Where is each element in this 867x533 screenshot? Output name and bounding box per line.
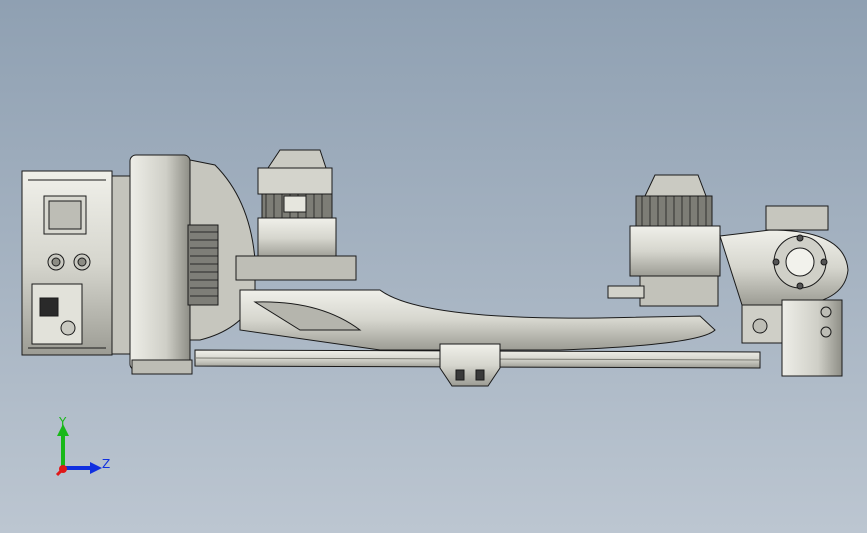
cad-viewport[interactable]: Y Z [0, 0, 867, 533]
y-axis-label: Y [59, 415, 67, 429]
center-bracket [439, 343, 501, 387]
right-motor [607, 174, 721, 307]
robot-arm-model[interactable] [0, 0, 867, 533]
wrist-gearbox [719, 205, 849, 377]
y-axis-arrow [57, 424, 69, 468]
x-axis-origin [55, 465, 67, 477]
axis-triad [55, 424, 102, 477]
left-motor [235, 149, 357, 281]
z-axis-arrow [63, 462, 102, 474]
base-housing [21, 170, 131, 356]
z-axis-label: Z [102, 457, 111, 471]
